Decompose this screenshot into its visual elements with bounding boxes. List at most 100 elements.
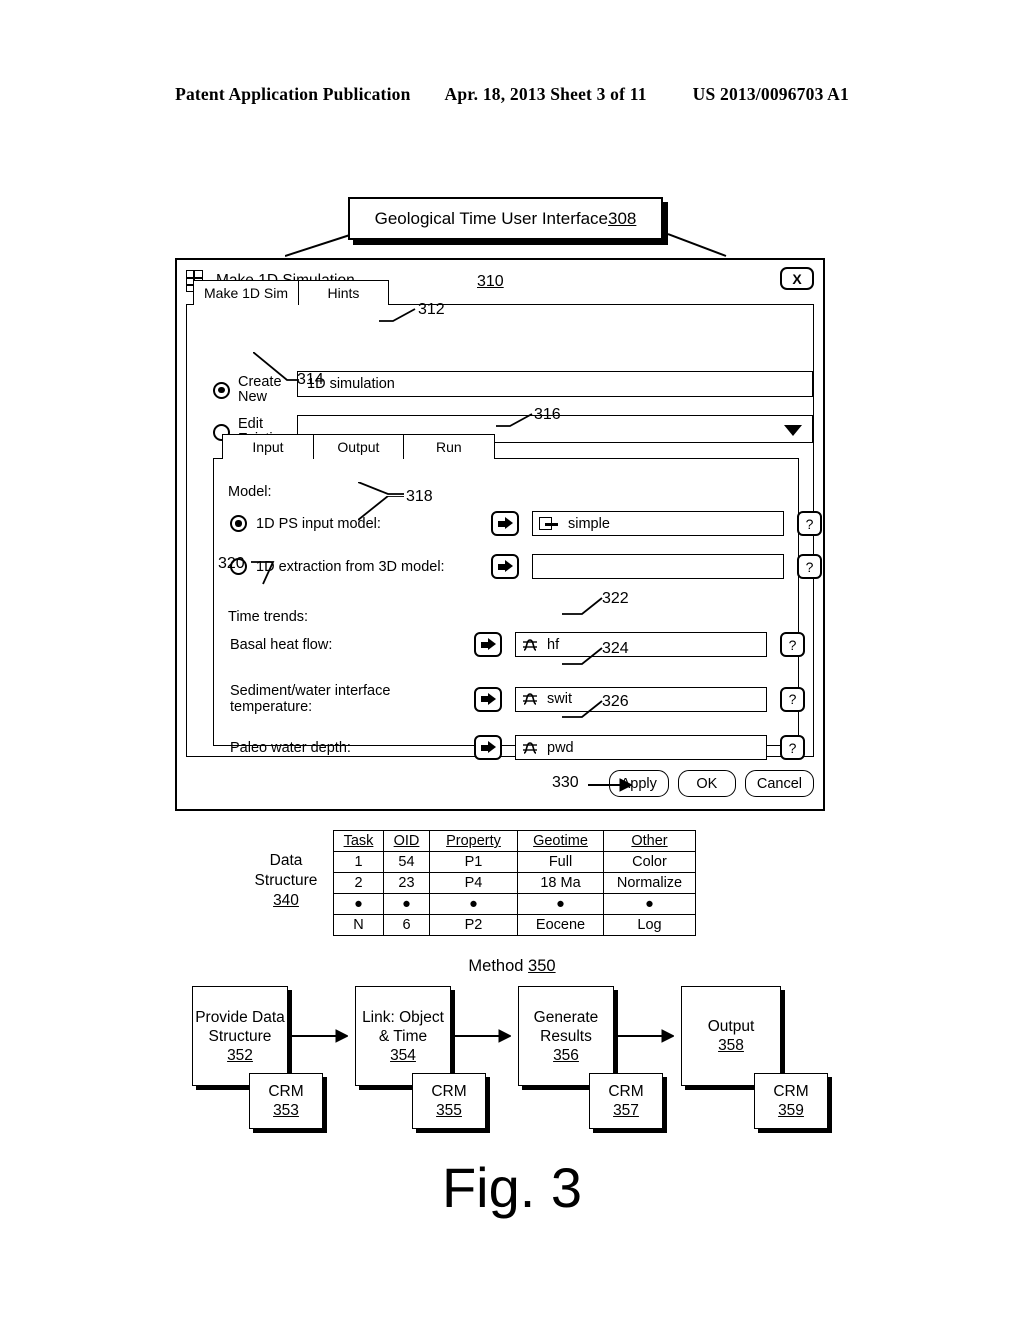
crm-label: CRM [608, 1083, 644, 1100]
ref-314-label: 314 [297, 371, 324, 388]
cell: ● [333, 893, 384, 915]
swit-browse-button[interactable] [474, 686, 502, 712]
ps-input-model-help-button[interactable]: ? [797, 511, 822, 536]
trend-curve-icon [523, 693, 537, 705]
ref-322-label: 322 [602, 590, 629, 607]
swit-row[interactable]: Sediment/water interface temperature: sw… [230, 683, 805, 715]
paleo-water-depth-row[interactable]: Paleo water depth: pwd ? [230, 735, 805, 760]
data-structure-label-line1: Data [269, 852, 303, 869]
cancel-button[interactable]: Cancel [744, 770, 814, 797]
close-icon[interactable]: X [780, 267, 814, 290]
ref-316-label: 316 [534, 406, 561, 423]
cell: Normalize [603, 872, 696, 894]
ref-320-label: 320 [218, 555, 245, 572]
crm-box-357: CRM 357 [589, 1073, 663, 1129]
column-header-property: Property [429, 830, 518, 852]
right-arrow-icon [480, 741, 496, 754]
patent-header: Patent Application Publication Apr. 18, … [0, 84, 1024, 105]
cell: P4 [429, 872, 518, 894]
cell: N [333, 914, 384, 936]
ps-input-model-field[interactable]: simple [532, 511, 784, 536]
swit-label: Sediment/water interface temperature: [230, 683, 391, 715]
ps-input-model-browse-button[interactable] [491, 511, 519, 536]
paleo-water-depth-field[interactable]: pwd [515, 735, 767, 760]
basal-heat-flow-row[interactable]: Basal heat flow: hf ? [230, 632, 805, 657]
crm-label: CRM [431, 1083, 467, 1100]
ref-320-leader [251, 561, 275, 585]
extraction-model-row[interactable]: 1D extraction from 3D model: ? [230, 554, 822, 579]
table-row: N 6 P2 Eocene Log [333, 914, 696, 936]
model-node-icon [539, 516, 558, 531]
paleo-water-depth-help-button[interactable]: ? [780, 735, 805, 760]
ref-326-leader [562, 700, 603, 718]
basal-heat-flow-help-button[interactable]: ? [780, 632, 805, 657]
tab-input[interactable]: Input [222, 434, 314, 459]
right-arrow-icon [480, 692, 496, 706]
model-section-label: Model: [228, 484, 272, 500]
flow-arrow-3 [618, 1029, 674, 1043]
cell: ● [383, 893, 430, 915]
ref-318-label: 318 [406, 488, 433, 505]
ref-312-label: 312 [418, 301, 445, 318]
cell: P2 [429, 914, 518, 936]
crm-ref: 357 [613, 1102, 639, 1119]
method-title: Method 350 [468, 957, 556, 975]
flow-step-label: Link: Object & Time [362, 1008, 444, 1045]
cell: Eocene [517, 914, 604, 936]
tab-hints[interactable]: Hints [297, 280, 390, 305]
tab-output[interactable]: Output [312, 434, 405, 459]
data-structure-label-line2: Structure [254, 872, 318, 889]
time-trends-label: Time trends: [228, 609, 309, 625]
ok-button[interactable]: OK [677, 770, 736, 797]
crm-box-359: CRM 359 [754, 1073, 828, 1129]
right-arrow-icon [497, 560, 513, 573]
table-row: 2 23 P4 18 Ma Normalize [333, 872, 696, 894]
right-arrow-icon [497, 517, 513, 530]
crm-box-355: CRM 355 [412, 1073, 486, 1129]
basal-heat-flow-browse-button[interactable] [474, 632, 502, 657]
make-1d-simulation-dialog: Make 1D Simulation 310 X Make 1D Sim Hin… [175, 258, 825, 811]
simulation-name-input[interactable]: 1D simulation [297, 371, 813, 397]
tab-make-1d-sim[interactable]: Make 1D Sim [193, 280, 300, 305]
tab-run[interactable]: Run [402, 434, 495, 459]
cell: Full [517, 851, 604, 873]
extraction-model-browse-button[interactable] [491, 554, 519, 579]
cell: Log [603, 914, 696, 936]
figure-title-text: Geological Time User Interface [374, 208, 608, 228]
crm-ref: 355 [436, 1102, 462, 1119]
dialog-ref-310: 310 [477, 273, 504, 290]
cell: 18 Ma [517, 872, 604, 894]
ref-318-leader-bottom [358, 496, 404, 521]
ref-318-leader-top [358, 482, 404, 495]
ref-324-label: 324 [602, 640, 629, 657]
cell: P1 [429, 851, 518, 873]
figure-title-callout: Geological Time User Interface 308 [348, 197, 663, 240]
column-header-other: Other [603, 830, 696, 852]
cell: 23 [383, 872, 430, 894]
ps-input-model-value: simple [568, 515, 610, 532]
column-header-geotime: Geotime [517, 830, 604, 852]
ps-input-model-radio[interactable] [230, 515, 247, 532]
extraction-model-field[interactable] [532, 554, 784, 579]
swit-field[interactable]: swit [515, 686, 767, 712]
ref-316-leader [496, 413, 533, 427]
ref-314-leader [253, 352, 299, 381]
method-ref: 350 [528, 957, 556, 975]
swit-help-button[interactable]: ? [780, 686, 805, 712]
ps-input-model-row[interactable]: 1D PS input model: simple ? [230, 511, 822, 536]
publication-label: Patent Application Publication [175, 84, 411, 104]
paleo-water-depth-browse-button[interactable] [474, 735, 502, 760]
paleo-water-depth-label: Paleo water depth: [230, 739, 351, 756]
ref-330-arrow [588, 778, 632, 792]
extraction-model-help-button[interactable]: ? [797, 554, 822, 579]
basal-heat-flow-field[interactable]: hf [515, 632, 767, 657]
paleo-water-depth-value: pwd [547, 739, 574, 756]
outer-tabs: Make 1D Sim Hints [193, 280, 390, 305]
leader-line-left [285, 233, 354, 257]
ref-326-label: 326 [602, 693, 629, 710]
right-arrow-icon [480, 638, 496, 651]
cell: ● [603, 893, 696, 915]
flow-step-ref: 354 [390, 1046, 416, 1064]
create-new-radio[interactable] [213, 381, 230, 399]
data-structure-ref: 340 [273, 892, 299, 909]
